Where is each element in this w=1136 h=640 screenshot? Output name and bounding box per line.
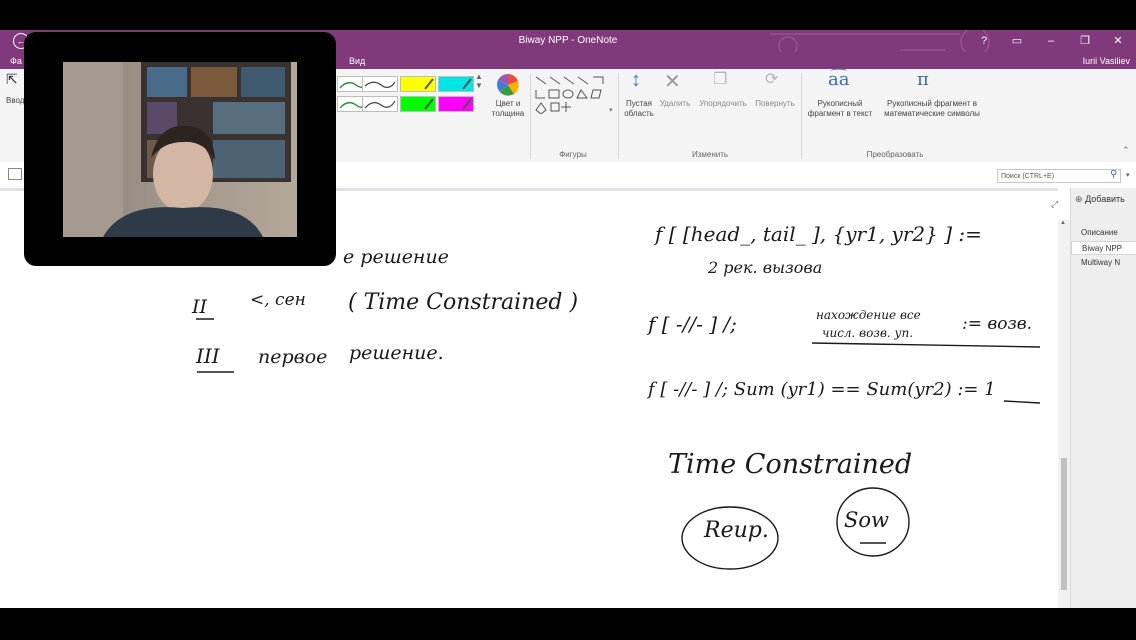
minimize-button[interactable]: – [1037, 32, 1065, 50]
ink-reup: Reup. [703, 518, 769, 543]
scroll-thumb[interactable] [1061, 458, 1067, 590]
ribbon-separator [618, 73, 619, 159]
help-button[interactable]: ? [970, 32, 998, 50]
highlighter-yellow[interactable] [400, 76, 436, 92]
delete-button[interactable]: Удалить [657, 99, 693, 109]
search-icon[interactable]: ⚲ [1110, 169, 1117, 180]
cursor-icon[interactable]: ⇱ [6, 71, 18, 88]
color-wheel-icon[interactable] [497, 74, 519, 96]
webcam-video [63, 62, 297, 237]
user-name[interactable]: Iurii Vasiliev [1083, 56, 1130, 66]
insert-space-icon[interactable]: ↕ [631, 69, 641, 92]
arrange-button[interactable]: Упорядочить [694, 99, 752, 109]
highlighter-magenta[interactable] [438, 96, 474, 112]
delete-icon[interactable]: ✕ [664, 69, 681, 94]
ink-eq2a: f [ -//- ] /; [646, 312, 737, 336]
ink-left-line3a: первое [258, 346, 327, 368]
ribbon-display-icon[interactable]: ▭ [1003, 32, 1031, 50]
scroll-up-icon[interactable]: ▲ [1060, 220, 1066, 226]
ink-eq1b: 2 рек. вызова [707, 258, 822, 277]
circuit-decoration [770, 30, 990, 52]
ink-to-math-icon[interactable]: π [917, 69, 929, 90]
ink-underline [811, 342, 1041, 348]
ink-eq2c: числ. возв. уп. [822, 326, 913, 340]
close-button[interactable]: ✕ [1104, 32, 1132, 50]
search-input[interactable]: Поиск (CTRL+E) [997, 169, 1121, 183]
highlighter-cyan[interactable] [438, 76, 474, 92]
shapes-gallery[interactable]: ▾ [533, 74, 615, 114]
ink-eq2b: нахождение все [816, 308, 921, 322]
arrange-icon[interactable]: ❐ [713, 69, 727, 89]
ink-sow: Sow [844, 508, 889, 532]
color-width-button[interactable]: Цвет и толщина [486, 99, 530, 119]
search-scope-chevron-down-icon[interactable]: ▾ [1126, 171, 1130, 179]
add-icon: ⊕ [1075, 194, 1083, 204]
empty-area-button[interactable]: Пустая область [621, 99, 657, 119]
ribbon-separator [530, 73, 531, 159]
collapse-ribbon-icon[interactable]: ⌃ [1122, 145, 1130, 156]
ink-eq1: f [ [head_, tail_ ], {yr1, yr2} ] := [653, 222, 982, 246]
ink-to-math-button[interactable]: Рукописный фрагмент в математические сим… [878, 99, 986, 119]
add-page-button[interactable]: ⊕ Добавить [1071, 192, 1136, 206]
ribbon-separator [801, 73, 802, 159]
pen-swatch[interactable] [362, 76, 398, 92]
vertical-scrollbar[interactable]: ▲ ▼ [1058, 220, 1070, 608]
ink-eq2d: := возв. [962, 314, 1032, 334]
page-item-multiway[interactable]: Multiway N [1071, 256, 1136, 270]
rotate-button[interactable]: Повернуть [752, 99, 798, 109]
ink-left-num2: II [191, 296, 208, 318]
rotate-icon[interactable]: ⟳ [765, 69, 778, 89]
ink-underline [1003, 400, 1041, 404]
webcam-frame-image [63, 62, 297, 237]
edit-group-label: Изменить [691, 150, 729, 159]
ink-left-line2a: <, сен [250, 290, 306, 310]
svg-text:▾: ▾ [609, 106, 613, 114]
insert-label[interactable]: Ввод [6, 96, 24, 106]
page-item-description[interactable]: Описание [1071, 226, 1136, 240]
ink-left-line2b: ( Time Constrained ) [348, 290, 578, 315]
page-item-biway-npp[interactable]: Biway NPP [1071, 241, 1136, 255]
gallery-more-icon[interactable]: ▲ ▼ [475, 72, 483, 90]
menu-view[interactable]: Вид [349, 56, 365, 66]
webcam-overlay [24, 32, 336, 266]
restore-button[interactable]: ❐ [1071, 32, 1099, 50]
ink-eq3: f [ -//- ] /; Sum (yr1) == Sum(yr2) := 1 [646, 379, 996, 400]
highlighter-green[interactable] [400, 96, 436, 112]
ink-to-text-icon[interactable]: a͡a [828, 69, 849, 90]
ink-left-line1: е решение [343, 246, 449, 268]
add-page-label: Добавить [1085, 194, 1125, 204]
ink-to-text-button[interactable]: Рукописный фрагмент в текст [804, 99, 876, 119]
ink-left-num3: III [195, 344, 221, 368]
convert-group-label: Преобразовать [866, 150, 924, 159]
notebook-icon[interactable] [8, 168, 22, 180]
menu-file[interactable]: Фа [10, 56, 22, 66]
ink-time-constrained: Time Constrained [668, 449, 912, 480]
page-list-pane: ⊕ Добавить Описание Biway NPP Multiway N [1070, 188, 1136, 608]
pen-swatch[interactable] [362, 96, 398, 112]
ink-left-line3b: решение. [349, 342, 444, 364]
shapes-group-label: Фигуры [559, 150, 587, 159]
